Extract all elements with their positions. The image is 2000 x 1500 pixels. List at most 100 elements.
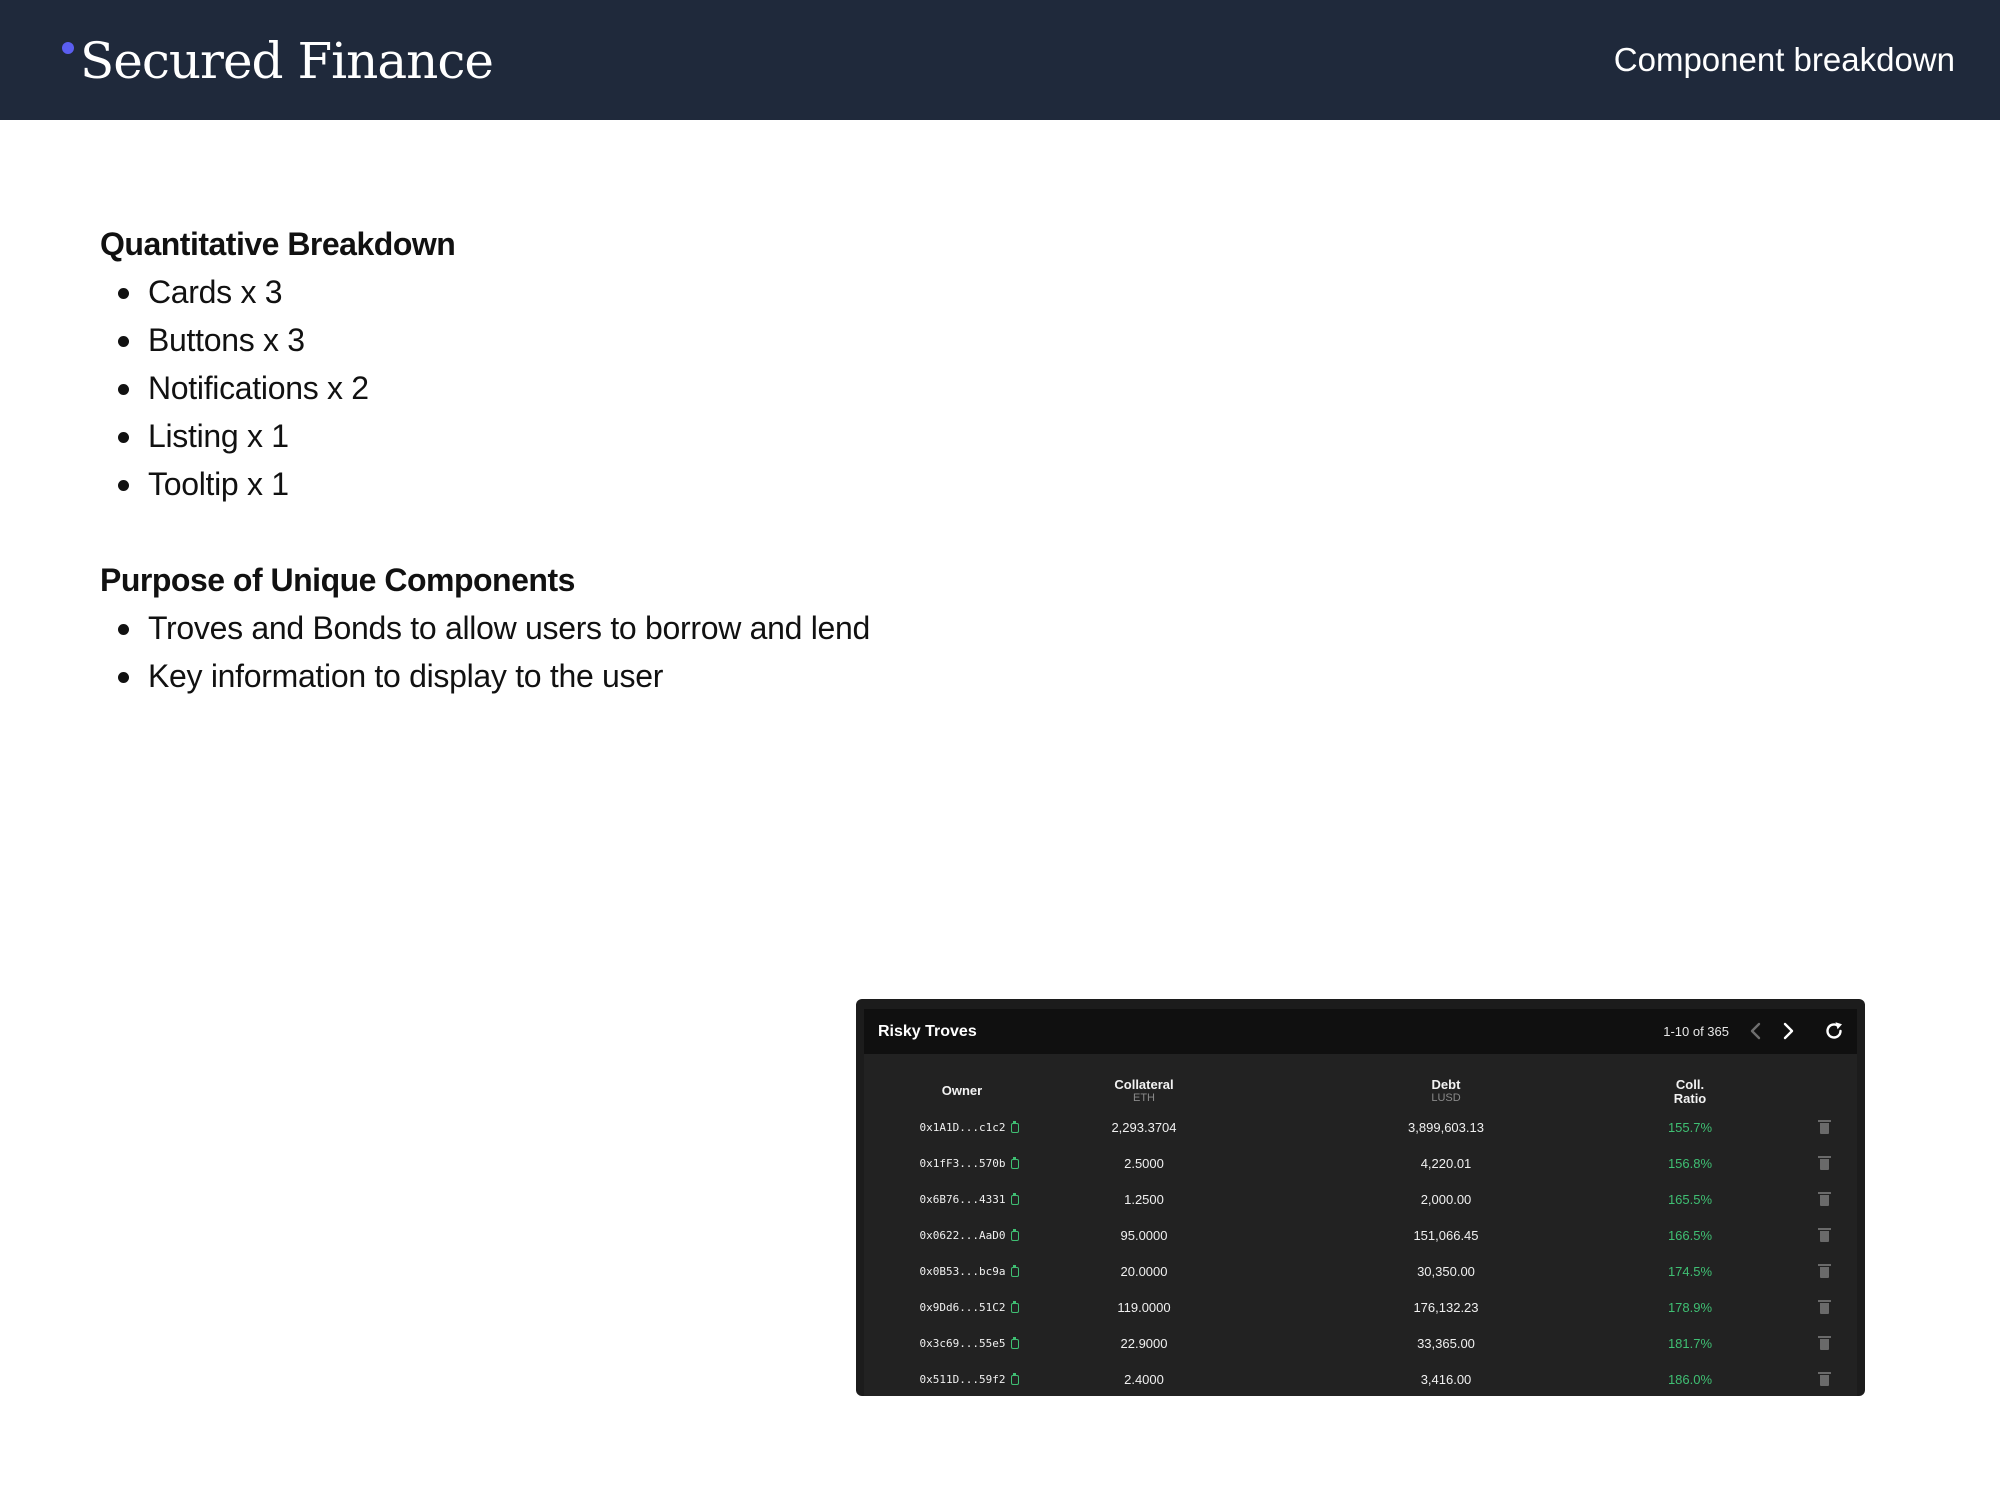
owner-cell: 0x3c69...55e5 bbox=[894, 1326, 1044, 1362]
owner-address: 0x9Dd6...51C2 bbox=[919, 1301, 1006, 1314]
ratio-cell: 155.7% bbox=[1667, 1120, 1713, 1135]
copy-icon[interactable] bbox=[1010, 1157, 1019, 1169]
chevron-right-icon bbox=[1783, 1022, 1794, 1040]
owner-cell: 0x9Dd6...51C2 bbox=[894, 1290, 1044, 1326]
collateral-cell: 95.0000 bbox=[1120, 1228, 1168, 1243]
collateral-cell: 1.2500 bbox=[1124, 1192, 1164, 1207]
trash-icon bbox=[1817, 1263, 1831, 1278]
liquidate-button[interactable] bbox=[1814, 1290, 1834, 1326]
debt-cell: 176,132.23 bbox=[1413, 1300, 1479, 1315]
liquidate-button[interactable] bbox=[1814, 1110, 1834, 1146]
table-row: 0x0B53...bc9a 20.0000 30,350.00 174.5% bbox=[864, 1254, 1857, 1290]
copy-icon[interactable] bbox=[1010, 1373, 1019, 1385]
debt-cell: 4,220.01 bbox=[1420, 1156, 1472, 1171]
owner-address: 0x1A1D...c1c2 bbox=[919, 1121, 1006, 1134]
copy-icon[interactable] bbox=[1010, 1193, 1019, 1205]
risky-troves-header: Risky Troves 1-10 of 365 bbox=[864, 1009, 1857, 1054]
collateral-label: Collateral bbox=[1114, 1077, 1174, 1092]
debt-cell: 2,000.00 bbox=[1420, 1192, 1472, 1207]
previous-page-button[interactable] bbox=[1743, 1018, 1769, 1044]
debt-cell: 30,350.00 bbox=[1417, 1264, 1475, 1279]
ratio-label-line2: Ratio bbox=[1673, 1091, 1707, 1106]
list-item: Notifications x 2 bbox=[118, 364, 1100, 412]
list-item: Tooltip x 1 bbox=[118, 460, 1100, 508]
trash-icon bbox=[1817, 1155, 1831, 1170]
liquidate-button[interactable] bbox=[1814, 1146, 1834, 1182]
copy-icon[interactable] bbox=[1010, 1301, 1019, 1313]
column-header-owner: Owner bbox=[902, 1084, 1022, 1098]
copy-icon[interactable] bbox=[1010, 1337, 1019, 1349]
owner-address: 0x3c69...55e5 bbox=[919, 1337, 1006, 1350]
table-row: 0x511D...59f2 2.4000 3,416.00 186.0% bbox=[864, 1362, 1857, 1396]
owner-address: 0x0622...AaD0 bbox=[919, 1229, 1006, 1242]
ratio-cell: 156.8% bbox=[1667, 1156, 1713, 1171]
table-row: 0x9Dd6...51C2 119.0000 176,132.23 178.9% bbox=[864, 1290, 1857, 1326]
debt-cell: 33,365.00 bbox=[1417, 1336, 1475, 1351]
collateral-cell: 22.9000 bbox=[1120, 1336, 1168, 1351]
trash-icon bbox=[1817, 1299, 1831, 1314]
column-header-collateral: Collateral ETH bbox=[1084, 1078, 1204, 1105]
copy-icon[interactable] bbox=[1010, 1265, 1019, 1277]
owner-address: 0x0B53...bc9a bbox=[919, 1265, 1006, 1278]
liquidate-button[interactable] bbox=[1814, 1182, 1834, 1218]
owner-cell: 0x511D...59f2 bbox=[894, 1362, 1044, 1396]
header-bar: Secured Finance Component breakdown bbox=[0, 0, 2000, 120]
troves-table: Owner Collateral ETH Debt LUSD Coll. Rat… bbox=[864, 1054, 1857, 1396]
copy-icon[interactable] bbox=[1010, 1121, 1019, 1133]
ratio-cell: 178.9% bbox=[1667, 1300, 1713, 1315]
table-row: 0x1fF3...570b 2.5000 4,220.01 156.8% bbox=[864, 1146, 1857, 1182]
refresh-button[interactable] bbox=[1821, 1018, 1847, 1044]
brand-name: Secured Finance bbox=[80, 32, 494, 90]
debt-cell: 151,066.45 bbox=[1413, 1228, 1479, 1243]
column-header-debt: Debt LUSD bbox=[1386, 1078, 1506, 1105]
debt-label: Debt bbox=[1431, 1077, 1461, 1092]
table-row: 0x3c69...55e5 22.9000 33,365.00 181.7% bbox=[864, 1326, 1857, 1362]
liquidate-button[interactable] bbox=[1814, 1218, 1834, 1254]
collateral-cell: 2.5000 bbox=[1124, 1156, 1164, 1171]
collateral-cell: 2.4000 bbox=[1124, 1372, 1164, 1387]
refresh-icon bbox=[1826, 1022, 1842, 1039]
list-item: Cards x 3 bbox=[118, 268, 1100, 316]
list-item: Listing x 1 bbox=[118, 412, 1100, 460]
owner-address: 0x511D...59f2 bbox=[919, 1373, 1006, 1386]
next-page-button[interactable] bbox=[1775, 1018, 1801, 1044]
trash-icon bbox=[1817, 1119, 1831, 1134]
chevron-left-icon bbox=[1750, 1022, 1761, 1040]
debt-cell: 3,416.00 bbox=[1420, 1372, 1472, 1387]
table-row: 0x6B76...4331 1.2500 2,000.00 165.5% bbox=[864, 1182, 1857, 1218]
copy-icon[interactable] bbox=[1010, 1229, 1019, 1241]
pagination-range: 1-10 of 365 bbox=[1663, 1024, 1729, 1039]
collateral-cell: 20.0000 bbox=[1120, 1264, 1168, 1279]
ratio-cell: 186.0% bbox=[1667, 1372, 1713, 1387]
purpose-title: Purpose of Unique Components bbox=[100, 562, 575, 598]
risky-troves-card: Risky Troves 1-10 of 365 Owner Collatera… bbox=[856, 999, 1865, 1396]
collateral-cell: 2,293.3704 bbox=[1111, 1120, 1177, 1135]
trash-icon bbox=[1817, 1191, 1831, 1206]
list-item: Troves and Bonds to allow users to borro… bbox=[118, 604, 1100, 652]
table-row: 0x1A1D...c1c2 2,293.3704 3,899,603.13 15… bbox=[864, 1110, 1857, 1146]
owner-address: 0x1fF3...570b bbox=[919, 1157, 1006, 1170]
ratio-cell: 181.7% bbox=[1667, 1336, 1713, 1351]
owner-cell: 0x6B76...4331 bbox=[894, 1182, 1044, 1218]
liquidate-button[interactable] bbox=[1814, 1254, 1834, 1290]
owner-label: Owner bbox=[941, 1083, 983, 1098]
liquidate-button[interactable] bbox=[1814, 1326, 1834, 1362]
brand-logo: Secured Finance bbox=[62, 26, 494, 96]
owner-cell: 0x1fF3...570b bbox=[894, 1146, 1044, 1182]
trash-icon bbox=[1817, 1227, 1831, 1242]
column-header-ratio: Coll. Ratio bbox=[1630, 1078, 1750, 1106]
trash-icon bbox=[1817, 1371, 1831, 1386]
owner-cell: 0x0B53...bc9a bbox=[894, 1254, 1044, 1290]
owner-cell: 0x0622...AaD0 bbox=[894, 1218, 1044, 1254]
purpose-list: Troves and Bonds to allow users to borro… bbox=[100, 604, 1100, 700]
collateral-unit: ETH bbox=[1133, 1092, 1155, 1104]
owner-cell: 0x1A1D...c1c2 bbox=[894, 1110, 1044, 1146]
ratio-label-line1: Coll. bbox=[1675, 1077, 1705, 1092]
ratio-cell: 165.5% bbox=[1667, 1192, 1713, 1207]
breakdown-list: Cards x 3 Buttons x 3 Notifications x 2 … bbox=[100, 268, 1100, 508]
brand-dot-icon bbox=[62, 42, 74, 54]
liquidate-button[interactable] bbox=[1814, 1362, 1834, 1396]
list-item: Buttons x 3 bbox=[118, 316, 1100, 364]
debt-unit: LUSD bbox=[1431, 1092, 1461, 1104]
